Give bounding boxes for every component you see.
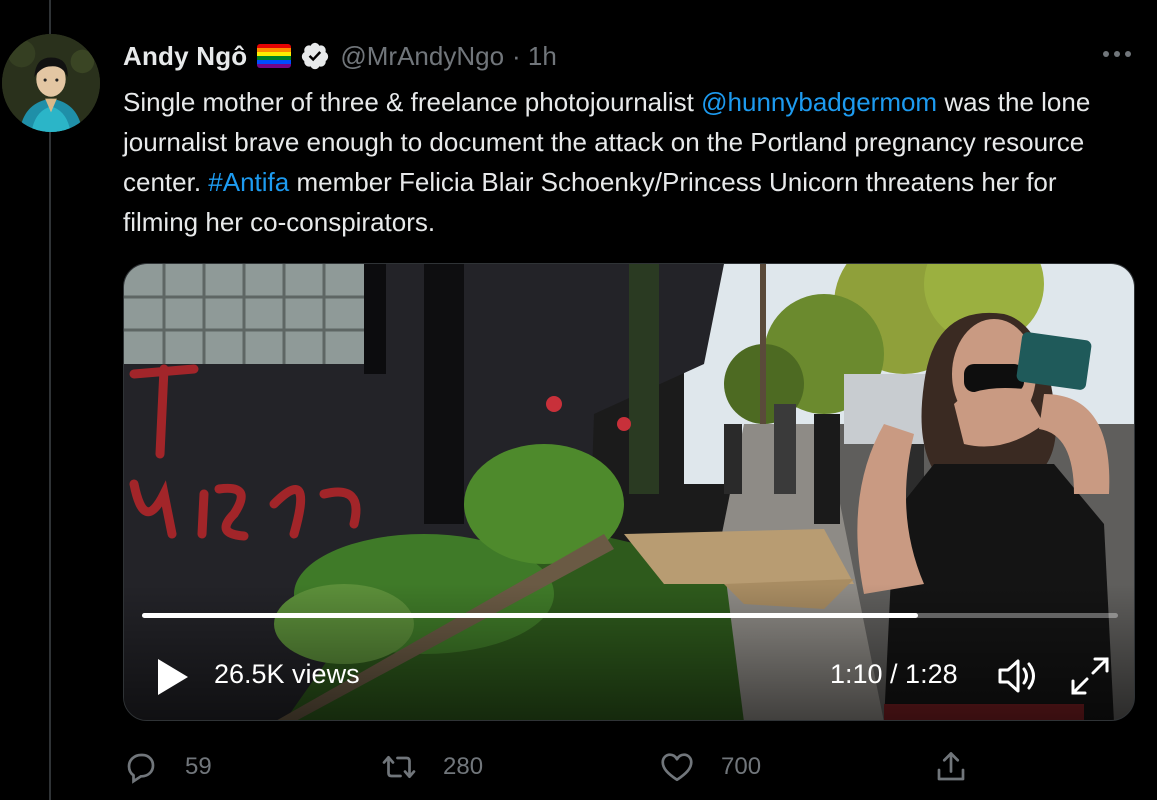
author-name[interactable]: Andy Ngô	[123, 41, 247, 72]
verified-badge-icon	[302, 42, 329, 70]
text-part-1: Single mother of three & freelance photo…	[123, 87, 702, 117]
retweet-icon	[382, 755, 416, 779]
more-options-icon[interactable]	[1100, 46, 1134, 62]
share-button[interactable]	[933, 745, 969, 789]
video-progress-fill	[142, 613, 918, 618]
video-view-count: 26.5K views	[214, 659, 360, 689]
video-time: 1:10 / 1:28	[830, 659, 958, 689]
hashtag-link[interactable]: #Antifa	[208, 167, 289, 197]
reply-count: 59	[185, 753, 212, 780]
retweet-button[interactable]: 280	[381, 745, 483, 789]
heart-icon	[661, 753, 693, 782]
author-handle[interactable]: @MrAndyNgo	[340, 41, 504, 72]
like-button[interactable]: 700	[659, 745, 761, 789]
volume-icon[interactable]	[996, 656, 1040, 696]
reply-button[interactable]: 59	[123, 745, 212, 789]
avatar[interactable]	[2, 34, 100, 132]
tweet-time[interactable]: · 1h	[512, 41, 557, 72]
tweet[interactable]: Andy Ngô @MrAndyNgo · 1h Single mother o…	[0, 0, 1157, 800]
retweet-count: 280	[443, 753, 484, 780]
video-player[interactable]: 26.5K views 1:10 / 1:28	[123, 263, 1135, 721]
rainbow-flag-icon	[257, 44, 292, 68]
video-frame	[124, 264, 1134, 720]
video-progress-bar[interactable]	[142, 613, 1118, 618]
reply-icon	[127, 753, 155, 784]
mention-link[interactable]: @hunnybadgermom	[701, 87, 937, 117]
tweet-header: Andy Ngô @MrAndyNgo · 1h	[123, 38, 557, 74]
fullscreen-icon[interactable]	[1069, 655, 1111, 697]
tweet-text: Single mother of three & freelance photo…	[123, 82, 1133, 242]
play-icon[interactable]	[154, 657, 190, 697]
tweet-actions: 59 280 700	[123, 745, 1133, 789]
like-count: 700	[721, 753, 762, 780]
share-icon	[937, 752, 965, 781]
